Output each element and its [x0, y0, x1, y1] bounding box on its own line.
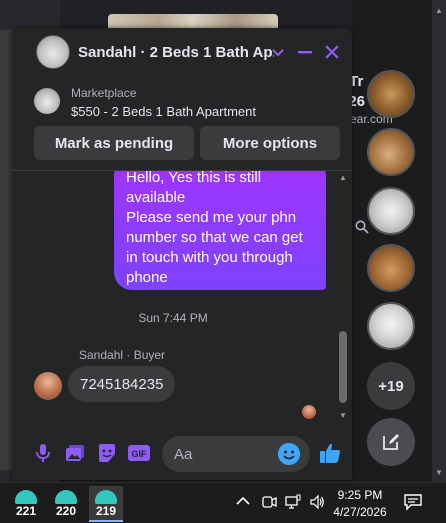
network-icon[interactable] [285, 494, 301, 510]
chat-head[interactable] [367, 128, 415, 176]
message-scrollbar[interactable]: ▲ ▼ [336, 171, 350, 425]
message-timestamp: Sun 7:44 PM [138, 311, 208, 325]
emoji-icon[interactable] [278, 443, 300, 465]
read-receipt-avatar [302, 405, 316, 419]
app-icon [55, 490, 77, 504]
message-scroll-up-arrow[interactable]: ▲ [336, 173, 350, 182]
taskbar-app-label: 221 [15, 504, 37, 518]
clock-date[interactable]: 4/27/2026 [330, 505, 390, 519]
listing-type: Marketplace [71, 86, 137, 100]
volume-icon[interactable] [309, 494, 325, 510]
incoming-message[interactable]: 7245184235 [68, 366, 176, 402]
message-composer: GIF [12, 428, 352, 480]
listing-title: $550 - 2 Beds 1 Bath Apartment [71, 104, 257, 119]
message-list: Hello, Yes this is still available Pleas… [12, 171, 334, 425]
outgoing-message[interactable]: Hello, Yes this is still available Pleas… [114, 171, 326, 290]
chevron-down-icon[interactable] [268, 44, 288, 64]
compose-icon [383, 434, 399, 450]
new-message-button[interactable] [367, 418, 415, 466]
taskbar-app-label: 220 [55, 504, 77, 518]
message-scroll-down-arrow[interactable]: ▼ [336, 411, 350, 420]
taskbar-app[interactable]: 220 [49, 486, 83, 522]
chat-head[interactable] [367, 70, 415, 118]
message-scroll-thumb[interactable] [339, 331, 347, 403]
outgoing-message-text: Hello, Yes this is still available Pleas… [126, 171, 303, 286]
app-icon [15, 490, 37, 504]
taskbar-app-label: 219 [95, 504, 117, 518]
microphone-icon[interactable] [32, 442, 54, 464]
incoming-message-text: 7245184235 [80, 375, 164, 393]
more-chats-button[interactable]: +19 [367, 362, 415, 410]
taskbar-app[interactable]: 221 [9, 486, 43, 522]
more-options-button[interactable]: More options [200, 126, 340, 160]
chat-head[interactable] [367, 302, 415, 350]
background-page-strip [0, 30, 12, 470]
search-icon[interactable] [355, 220, 369, 234]
taskbar: 221 220 219 9:25 PM 4/27/2026 [0, 482, 446, 523]
listing-thumbnail [34, 88, 60, 114]
meet-now-icon[interactable] [261, 494, 277, 510]
chat-window: Sandahl · 2 Beds 1 Bath Ap... Marketplac… [12, 28, 352, 480]
chat-head[interactable] [367, 187, 415, 235]
close-icon[interactable] [322, 42, 342, 68]
marketplace-listing[interactable]: Marketplace $550 - 2 Beds 1 Bath Apartme… [12, 76, 352, 124]
taskbar-app-active[interactable]: 219 [89, 486, 123, 522]
notifications-icon[interactable] [403, 493, 423, 511]
listing-avatar[interactable] [36, 35, 70, 69]
page-scroll-up-arrow[interactable]: ▲ [434, 6, 444, 15]
page-scroll-down-arrow[interactable]: ▼ [434, 468, 444, 477]
photo-icon[interactable] [64, 442, 86, 464]
chat-title[interactable]: Sandahl · 2 Beds 1 Bath Ap... [78, 44, 274, 61]
clock-time[interactable]: 9:25 PM [330, 488, 390, 502]
gif-icon[interactable]: GIF [128, 442, 150, 464]
mark-as-pending-button[interactable]: Mark as pending [34, 126, 194, 160]
chat-head[interactable] [367, 244, 415, 292]
sender-label: Sandahl · Buyer [79, 348, 166, 362]
tray-chevron-up-icon[interactable] [236, 493, 250, 509]
minimize-icon[interactable] [295, 42, 315, 68]
sticker-icon[interactable] [96, 442, 118, 464]
page-scrollbar[interactable]: ▲ ▼ [432, 0, 446, 482]
sender-avatar[interactable] [34, 372, 62, 400]
thumbs-up-icon[interactable] [318, 441, 342, 465]
gif-label: GIF [132, 449, 148, 459]
app-icon [95, 490, 117, 504]
